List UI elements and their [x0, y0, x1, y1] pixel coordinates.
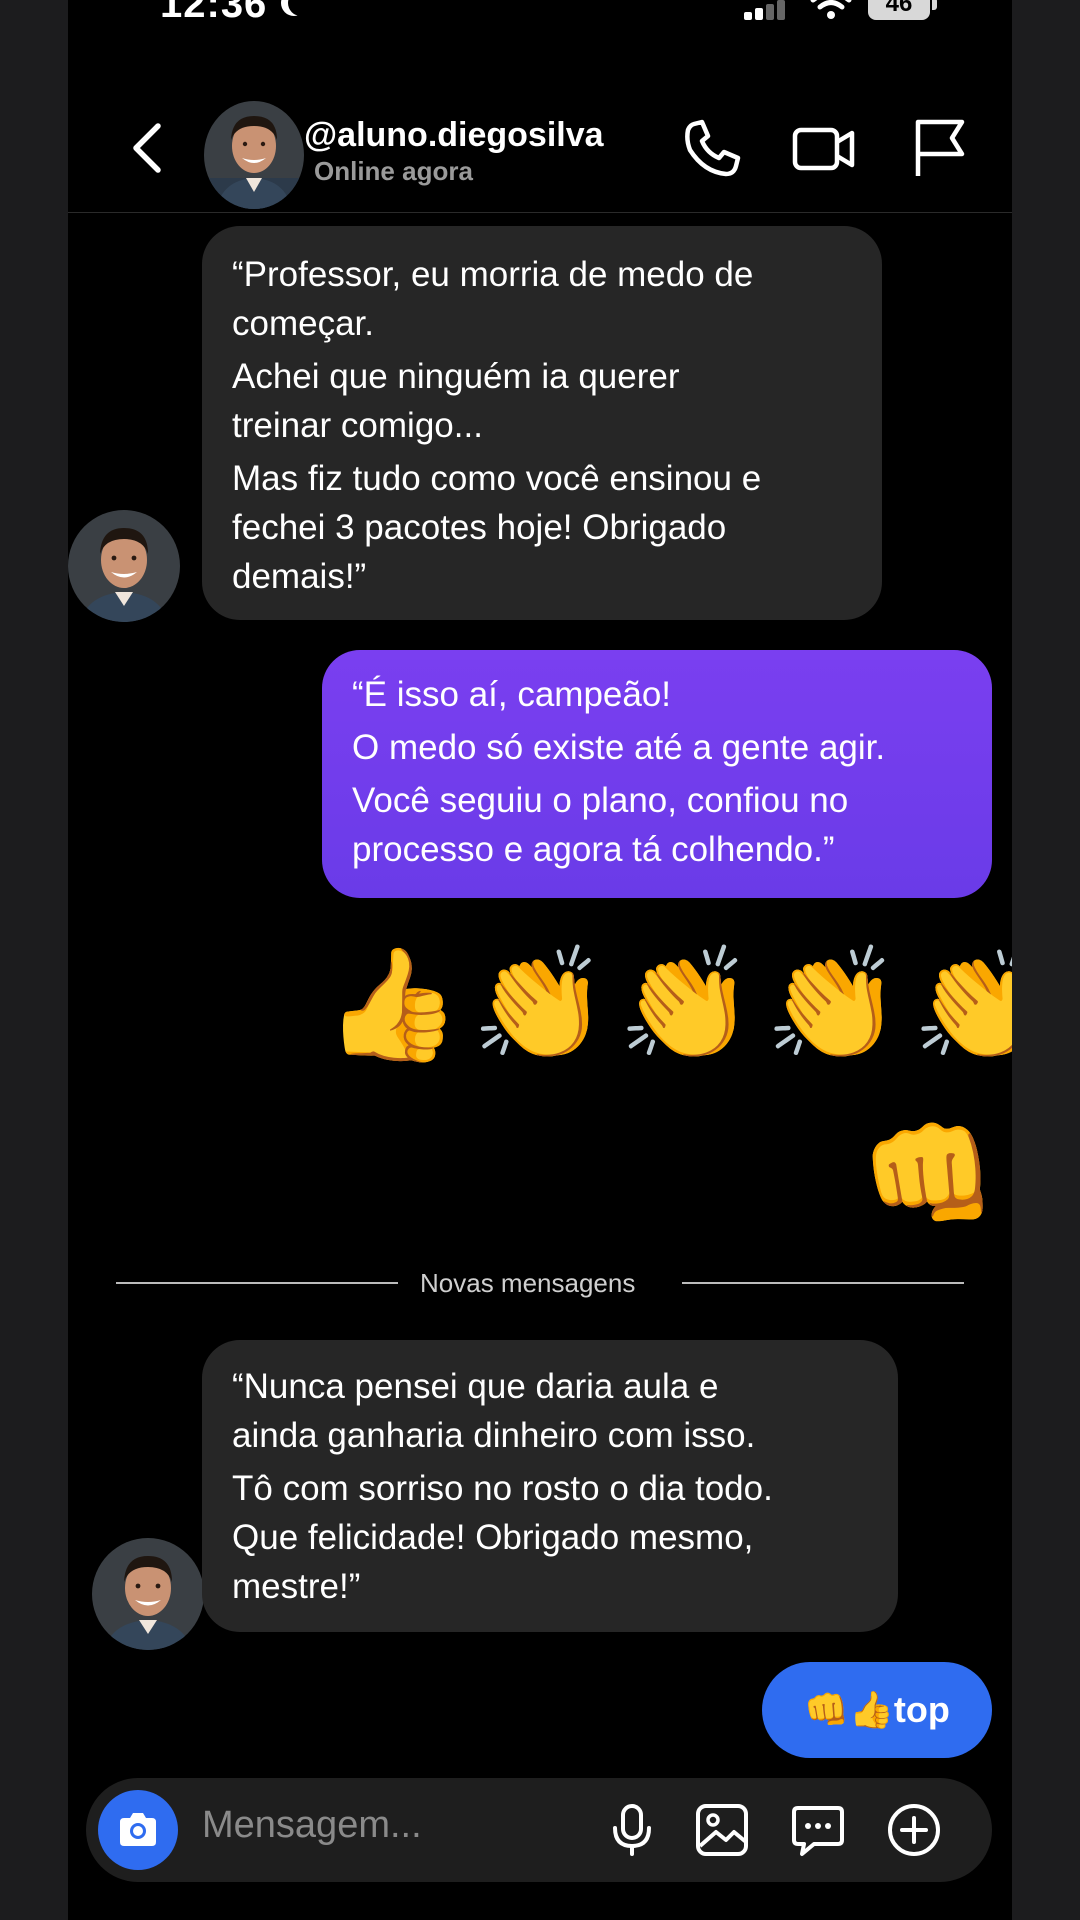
message-line: Você seguiu o plano, confiou no — [352, 781, 849, 820]
message-line: Tô com sorriso no rosto o dia todo. — [232, 1469, 773, 1508]
message-line: demais!” — [232, 557, 367, 596]
camera-icon — [120, 1813, 156, 1846]
divider-line-left — [116, 1282, 398, 1284]
message-line: treinar comigo... — [232, 406, 483, 445]
battery-cap — [932, 0, 937, 10]
back-chevron-icon[interactable] — [124, 118, 170, 178]
message-text: “Nunca pensei que daria aula e ainda gan… — [232, 1362, 773, 1611]
chat-username[interactable]: @aluno.diegosilva — [304, 116, 604, 155]
sticker-chat-icon[interactable] — [790, 1802, 846, 1858]
message-line: começar. — [232, 304, 374, 343]
camera-button[interactable] — [98, 1790, 178, 1870]
wifi-icon — [810, 0, 852, 19]
reply-emoji: 👊👍 — [804, 1689, 894, 1730]
presence-status: Online agora — [314, 156, 473, 186]
new-messages-divider: Novas mensagens — [420, 1268, 636, 1298]
focus-moon-icon — [288, 0, 314, 16]
status-bar: 12:36 46 — [68, 0, 1012, 40]
emoji-message[interactable]: 👍👏👏👏👏 — [324, 945, 1012, 1065]
emoji-message[interactable]: 👊 — [860, 1115, 997, 1235]
plus-circle-icon[interactable] — [886, 1802, 942, 1858]
message-line: Mas fiz tudo como você ensinou e — [232, 459, 762, 498]
message-line: fechei 3 pacotes hoje! Obrigado — [232, 508, 727, 547]
chat-header: @aluno.diegosilva Online agora — [68, 90, 1012, 213]
contact-avatar[interactable] — [92, 1538, 204, 1650]
message-line: Achei que ninguém ia querer — [232, 357, 680, 396]
message-text: “É isso aí, campeão! O medo só existe at… — [352, 670, 885, 874]
phone-icon[interactable] — [680, 116, 744, 180]
video-camera-icon[interactable] — [792, 116, 856, 180]
divider-line-right — [682, 1282, 964, 1284]
image-icon[interactable] — [694, 1802, 750, 1858]
header-avatar[interactable] — [202, 100, 306, 210]
message-line: “Professor, eu morria de medo de — [232, 255, 754, 294]
message-line: mestre!” — [232, 1567, 361, 1606]
message-line: processo e agora tá colhendo.” — [352, 830, 835, 869]
message-line: “Nunca pensei que daria aula e — [232, 1367, 719, 1406]
message-line: Que felicidade! Obrigado mesmo, — [232, 1518, 754, 1557]
message-line: “É isso aí, campeão! — [352, 675, 672, 714]
message-line: ainda ganharia dinheiro com isso. — [232, 1416, 756, 1455]
message-line: O medo só existe até a gente agir. — [352, 728, 886, 767]
microphone-icon[interactable] — [604, 1802, 660, 1858]
battery-indicator: 46 — [868, 0, 930, 20]
status-time: 12:36 — [160, 0, 268, 26]
message-bubble-incoming[interactable]: “Nunca pensei que daria aula e ainda gan… — [202, 1340, 898, 1632]
contact-avatar[interactable] — [68, 510, 180, 622]
sent-reply-bubble[interactable]: 👊👍top — [762, 1662, 992, 1758]
message-input[interactable]: Mensagem... — [202, 1804, 422, 1847]
cellular-signal-icon — [744, 0, 788, 22]
flag-icon[interactable] — [908, 116, 972, 180]
message-bubble-incoming[interactable]: “Professor, eu morria de medo de começar… — [202, 226, 882, 620]
message-composer: Mensagem... — [86, 1778, 992, 1882]
reply-text: top — [893, 1689, 950, 1730]
message-bubble-outgoing[interactable]: “É isso aí, campeão! O medo só existe at… — [322, 650, 992, 898]
message-text: “Professor, eu morria de medo de começar… — [232, 250, 761, 601]
chat-screen: 12:36 46 @aluno.diegosilva Online agora … — [68, 0, 1012, 1920]
